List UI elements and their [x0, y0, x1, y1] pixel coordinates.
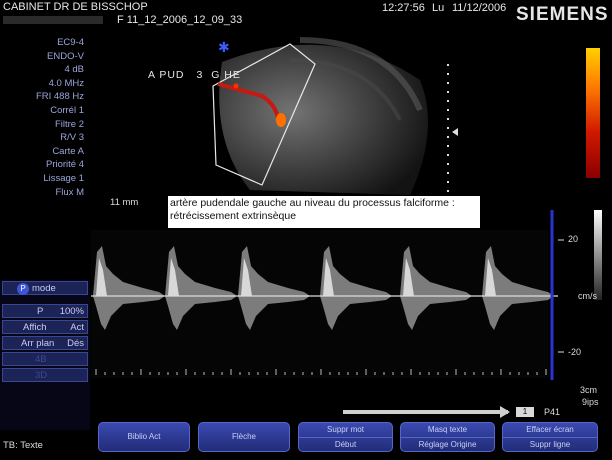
mode-label: mode	[32, 283, 56, 294]
scale-bottom-label: -20	[568, 347, 582, 357]
softkey-hide-text[interactable]: Masq texte Réglage Origine	[400, 422, 495, 452]
probe-star-icon: ✱	[218, 40, 230, 56]
panel-row1-left: P	[37, 306, 44, 317]
softkey-start: Début	[334, 440, 357, 449]
panel-row3-left: Arr plan	[21, 338, 55, 349]
flow-orange	[276, 113, 286, 127]
sweep-depth: 3cm	[580, 385, 598, 395]
panel-row2-left: Affich	[23, 322, 47, 333]
panel-row-arrplan[interactable]: Arr plan Dés	[2, 336, 88, 350]
scale-top-label: 20	[568, 234, 579, 244]
mode-button[interactable]: Pmode	[2, 281, 88, 295]
scale-unit-label: cm/s	[578, 291, 597, 301]
sector-tissue	[219, 44, 428, 195]
softkey-arrow[interactable]: Flèche	[198, 422, 290, 452]
panel-row3-right: Dés	[67, 338, 84, 349]
image-label: A PUD 3 G HE	[148, 69, 241, 81]
ultrasound-image: ✱	[91, 37, 602, 418]
panel-row5: 3D	[35, 370, 48, 381]
panel-row-percent[interactable]: P 100%	[2, 304, 88, 318]
annotation-text[interactable]: artère pudendale gauche au niveau du pro…	[168, 196, 480, 228]
image-label-number: 3	[196, 69, 204, 81]
panel-row-3d[interactable]: 3D	[2, 368, 88, 382]
status-text: TB: Texte	[3, 440, 43, 451]
depth-label: 11 mm	[110, 197, 139, 208]
sweep-speed: 9ips	[582, 397, 599, 407]
color-scale-bar	[586, 48, 600, 178]
image-label-suffix: G HE	[211, 69, 241, 81]
softkey-clear-screen[interactable]: Effacer écran Suppr ligne	[502, 422, 598, 452]
softkey-biblio[interactable]: Biblio Act	[98, 422, 190, 452]
softkey-delete-word[interactable]: Suppr mot Début	[298, 422, 393, 452]
panel-row-4b[interactable]: 4B	[2, 352, 88, 366]
panel-row1-right: 100%	[59, 306, 84, 317]
page-badge: 1	[516, 407, 534, 417]
sweep-arrow-icon	[500, 406, 510, 418]
panel-row-affich[interactable]: Affich Act	[2, 320, 88, 334]
panel-row2-right: Act	[70, 322, 84, 333]
panel-row4: 4B	[35, 354, 47, 365]
gray-scale-bar	[594, 210, 602, 300]
sweep-bar	[343, 410, 508, 414]
softkey-delete-line: Suppr ligne	[529, 440, 571, 449]
page-label: P41	[544, 407, 561, 417]
softkey-hide-text-top: Masq texte	[401, 423, 494, 438]
spectral-area	[91, 230, 549, 378]
image-label-prefix: A PUD	[148, 69, 185, 81]
focus-marker-icon	[452, 128, 458, 136]
softkey-delete-word-top: Suppr mot	[299, 423, 392, 438]
softkey-set-origin: Réglage Origine	[418, 440, 477, 449]
softkey-clear-screen-top: Effacer écran	[503, 423, 597, 438]
mode-icon: P	[17, 283, 29, 295]
